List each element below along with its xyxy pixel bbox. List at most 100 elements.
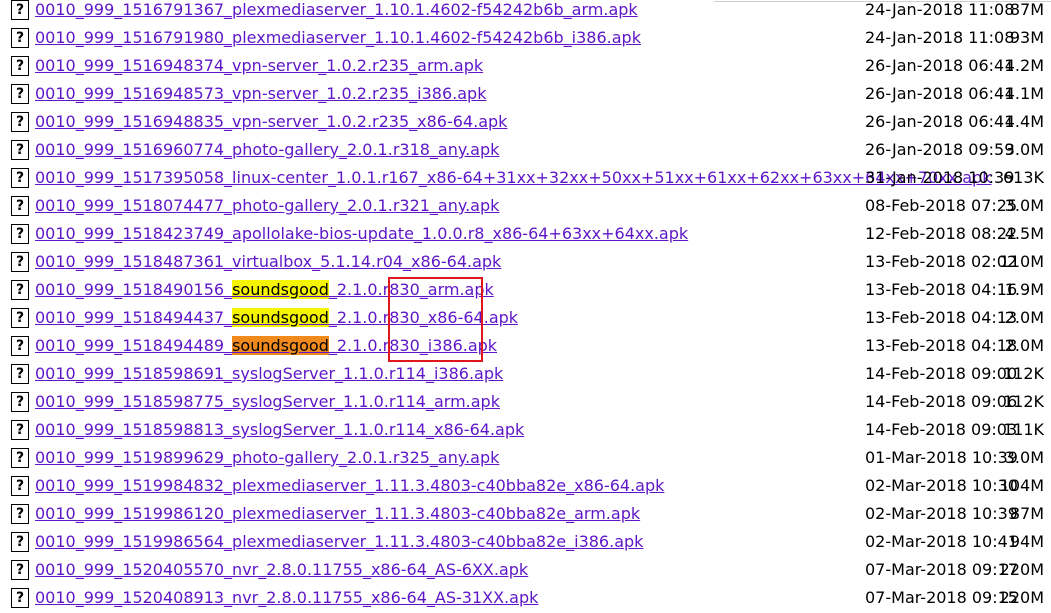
file-row: ? 0010_999_1516948835_vpn-server_1.0.2.r2… [0,109,1051,137]
file-link[interactable]: 0010_999_1518598813_syslogServer_1.1.0.r… [35,420,524,439]
file-link-suffix: _2.1.0.r830_i386.apk [328,336,498,355]
file-row: ? 0010_999_1518423749_apollolake-bios-upd… [0,221,1051,249]
file-link[interactable]: 0010_999_1516791980_plexmediaserver_1.10… [35,28,641,47]
file-row: ? 0010_999_1519984832_plexmediaserver_1.1… [0,473,1051,501]
search-highlight: soundsgood [232,280,329,299]
file-link[interactable]: 0010_999_1519986120_plexmediaserver_1.11… [35,504,640,523]
file-row: ? 0010_999_1516948374_vpn-server_1.0.2.r2… [0,53,1051,81]
file-size: 111K [1002,420,1044,439]
file-row: ? 0010_999_1518487361_virtualbox_5.1.14.r… [0,249,1051,277]
file-link[interactable]: 0010_999_1519986564_plexmediaserver_1.11… [35,532,643,551]
file-size: 3.0M [1004,448,1044,467]
file-date: 02-Mar-2018 10:30 [865,476,1018,495]
file-date: 14-Feb-2018 09:00 [865,364,1018,383]
unknown-file-icon: ? [11,0,29,20]
file-link[interactable]: 0010_999_1517395058_linux-center_1.0.1.r… [35,168,991,187]
file-size: 220M [999,560,1044,579]
file-size: 2.0M [1004,336,1044,355]
file-size: 87M [1009,504,1044,523]
file-date: 13-Feb-2018 04:18 [865,336,1018,355]
file-row: ? 0010_999_1518598813_syslogServer_1.1.0.… [0,417,1051,445]
file-link[interactable]: 0010_999_1518598775_syslogServer_1.1.0.r… [35,392,500,411]
file-size: 104M [999,476,1044,495]
file-link[interactable]: 0010_999_1518490156_soundsgood_2.1.0.r83… [35,280,494,299]
file-date: 13-Feb-2018 04:16 [865,280,1018,299]
file-size: 110M [999,252,1044,271]
file-size: 4.4M [1004,112,1044,131]
file-link[interactable]: 0010_999_1519984832_plexmediaserver_1.11… [35,476,664,495]
file-size: 613K [1002,168,1044,187]
file-link[interactable]: 0010_999_1516948835_vpn-server_1.0.2.r23… [35,112,507,131]
unknown-file-icon: ? [11,588,29,608]
unknown-file-icon: ? [11,168,29,188]
file-date: 24-Jan-2018 11:08 [865,28,1015,47]
file-row: ? 0010_999_1516960774_photo-gallery_2.0.1… [0,137,1051,165]
file-date: 14-Feb-2018 09:06 [865,392,1018,411]
file-row: ? 0010_999_1517395058_linux-center_1.0.1.… [0,165,1051,193]
file-link[interactable]: 0010_999_1516791367_plexmediaserver_1.10… [35,0,638,19]
file-date: 24-Jan-2018 11:08 [865,0,1015,19]
file-link-prefix: 0010_999_1518494437_ [35,308,233,327]
file-date: 07-Mar-2018 09:15 [865,588,1018,607]
file-link[interactable]: 0010_999_1518074477_photo-gallery_2.0.1.… [35,196,499,215]
file-date: 14-Feb-2018 09:03 [865,420,1018,439]
unknown-file-icon: ? [11,476,29,496]
file-date: 31-Jan-2018 10:39 [865,168,1015,187]
file-link[interactable]: 0010_999_1520405570_nvr_2.8.0.11755_x86-… [35,560,528,579]
file-row: ? 0010_999_1518074477_photo-gallery_2.0.1… [0,193,1051,221]
file-link[interactable]: 0010_999_1519899629_photo-gallery_2.0.1.… [35,448,499,467]
file-date: 26-Jan-2018 06:41 [865,112,1015,131]
unknown-file-icon: ? [11,224,29,244]
file-row: ? 0010_999_1518598775_syslogServer_1.1.0.… [0,389,1051,417]
file-link[interactable]: 0010_999_1518494489_soundsgood_2.1.0.r83… [35,336,497,355]
file-size: 4.2M [1004,56,1044,75]
file-row: ? 0010_999_1519899629_photo-gallery_2.0.1… [0,445,1051,473]
file-row: ? 0010_999_1518494437_soundsgood_2.1.0.r8… [0,305,1051,333]
file-link[interactable]: 0010_999_1518423749_apollolake-bios-upda… [35,224,688,243]
unknown-file-icon: ? [11,28,29,48]
unknown-file-icon: ? [11,420,29,440]
file-link[interactable]: 0010_999_1518494437_soundsgood_2.1.0.r83… [35,308,518,327]
file-size: 3.0M [1004,196,1044,215]
file-link-prefix: 0010_999_1518494489_ [35,336,233,355]
file-link-suffix: _2.1.0.r830_arm.apk [328,280,494,299]
file-size: 220M [999,588,1044,607]
file-size: 2.0M [1004,308,1044,327]
unknown-file-icon: ? [11,140,29,160]
file-date: 26-Jan-2018 06:41 [865,56,1015,75]
file-link[interactable]: 0010_999_1520408913_nvr_2.8.0.11755_x86-… [35,588,538,607]
file-date: 26-Jan-2018 09:59 [865,140,1015,159]
file-row: ? 0010_999_1520405570_nvr_2.8.0.11755_x86… [0,557,1051,585]
unknown-file-icon: ? [11,448,29,468]
unknown-file-icon: ? [11,364,29,384]
unknown-file-icon: ? [11,308,29,328]
unknown-file-icon: ? [11,252,29,272]
file-size: 93M [1009,28,1044,47]
unknown-file-icon: ? [11,392,29,412]
file-link[interactable]: 0010_999_1518598691_syslogServer_1.1.0.r… [35,364,503,383]
file-row: ? 0010_999_1518490156_soundsgood_2.1.0.r8… [0,277,1051,305]
unknown-file-icon: ? [11,112,29,132]
unknown-file-icon: ? [11,336,29,356]
file-date: 02-Mar-2018 10:41 [865,532,1018,551]
file-date: 08-Feb-2018 07:25 [865,196,1018,215]
file-date: 07-Mar-2018 09:17 [865,560,1018,579]
file-row: ? 0010_999_1520408913_nvr_2.8.0.11755_x86… [0,585,1051,613]
file-link[interactable]: 0010_999_1518487361_virtualbox_5.1.14.r0… [35,252,501,271]
unknown-file-icon: ? [11,84,29,104]
search-highlight: soundsgood [232,308,329,327]
unknown-file-icon: ? [11,56,29,76]
file-row: ? 0010_999_1518598691_syslogServer_1.1.0.… [0,361,1051,389]
file-row: ? 0010_999_1516948573_vpn-server_1.0.2.r2… [0,81,1051,109]
file-link-prefix: 0010_999_1518490156_ [35,280,233,299]
unknown-file-icon: ? [11,196,29,216]
file-link[interactable]: 0010_999_1516960774_photo-gallery_2.0.1.… [35,140,499,159]
file-row: ? 0010_999_1516791980_plexmediaserver_1.1… [0,25,1051,53]
file-date: 01-Mar-2018 10:39 [865,448,1018,467]
file-link[interactable]: 0010_999_1516948573_vpn-server_1.0.2.r23… [35,84,486,103]
file-size: 3.0M [1004,140,1044,159]
file-link-suffix: _2.1.0.r830_x86-64.apk [328,308,519,327]
file-link[interactable]: 0010_999_1516948374_vpn-server_1.0.2.r23… [35,56,483,75]
unknown-file-icon: ? [11,560,29,580]
search-highlight: soundsgood [232,336,329,355]
